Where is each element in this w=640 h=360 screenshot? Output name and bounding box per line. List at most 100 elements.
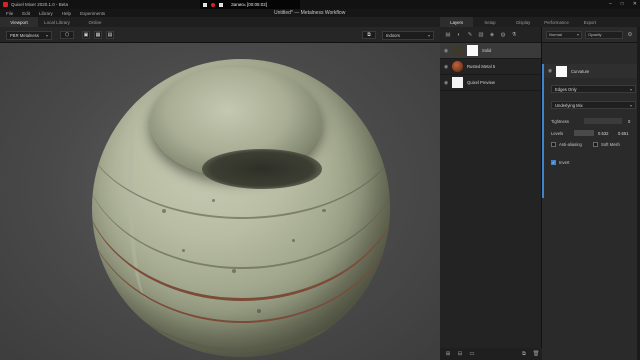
tab-online[interactable]: Online xyxy=(76,17,114,27)
levels-low-value[interactable]: 0.532 xyxy=(598,131,608,136)
viewport-canvas[interactable] xyxy=(0,43,440,360)
source-label: Underlying Mix xyxy=(555,102,583,108)
left-tab-bar: Viewport Local Library Online xyxy=(0,17,440,27)
title-bar: Quixel Mixer 2020.1.0 - Beta xyxy=(0,0,640,9)
recording-bar: Запись [00:05:02] xyxy=(200,0,300,9)
menu-edit[interactable]: Edit xyxy=(22,11,30,16)
soft-mesh-label: Soft Mesh xyxy=(601,142,620,147)
menu-library[interactable]: Library xyxy=(39,11,53,16)
blend-mode-dropdown[interactable]: Normal ▾ xyxy=(546,30,582,39)
screenshot-icon[interactable]: ⧉ xyxy=(362,31,376,39)
smart-material-icon[interactable]: ◈ xyxy=(488,32,496,38)
effect-thumbnail xyxy=(556,65,567,77)
sphere-dent xyxy=(182,249,185,252)
environment-dropdown[interactable]: Indoors ▾ xyxy=(382,30,434,40)
app-title: Quixel Mixer 2020.1.0 - Beta xyxy=(11,2,69,7)
mask-thumbnail[interactable] xyxy=(467,45,478,56)
right-tab-bar: Layers Setup Display Performance Export xyxy=(440,17,640,27)
sphere-dent xyxy=(232,269,236,273)
tightness-slider[interactable] xyxy=(584,118,622,124)
maximize-icon[interactable]: □ xyxy=(621,1,624,7)
layer-properties-panel: Normal ▾ Opacity ⚙ ◉ Curvature Edges Onl… xyxy=(542,27,640,360)
layer-stack-icon[interactable]: ▤ xyxy=(444,32,452,38)
sphere-dent xyxy=(292,239,295,242)
tab-viewport[interactable]: Viewport xyxy=(0,17,38,27)
layers-footer: ⊞ ⊟ ▭ ⧉ 🗑 xyxy=(440,348,542,360)
menu-help[interactable]: Help xyxy=(62,11,71,16)
stop-icon[interactable] xyxy=(219,2,223,7)
menu-experiments[interactable]: Experiments xyxy=(80,11,105,16)
curvature-mode-label: Edges Only xyxy=(555,86,577,92)
render-mode-dropdown[interactable]: PBR Metalness ▾ xyxy=(6,30,52,40)
window-controls: – □ ✕ xyxy=(609,1,637,7)
curvature-effect: ◉ Curvature Edges Only ▾ Underlying Mix … xyxy=(542,64,640,198)
invert-label: Invert xyxy=(559,160,570,165)
material-ball-button[interactable]: ⬡ xyxy=(60,31,74,39)
record-icon[interactable] xyxy=(211,2,215,7)
effect-name: Curvature xyxy=(571,68,590,74)
tab-display[interactable]: Display xyxy=(507,17,540,27)
opacity-field[interactable]: Opacity xyxy=(585,30,623,39)
sphere-dent xyxy=(322,209,326,212)
tab-local-library[interactable]: Local Library xyxy=(38,17,76,27)
levels-slider[interactable] xyxy=(574,130,594,136)
add-group-icon[interactable]: ⊟ xyxy=(456,351,464,357)
layer-row[interactable]: ◉ Quixel Preview xyxy=(440,75,541,91)
grid-view-icon[interactable]: ▦ xyxy=(94,31,102,39)
chevron-down-icon: ▾ xyxy=(576,32,579,37)
preview-sphere[interactable] xyxy=(92,59,390,357)
app-logo-icon xyxy=(3,2,8,7)
blend-mode-label: Normal xyxy=(549,32,562,37)
antialiasing-checkbox[interactable] xyxy=(551,142,556,147)
folder-icon[interactable]: ▭ xyxy=(468,351,476,357)
visibility-icon[interactable]: ◉ xyxy=(544,68,556,74)
antialiasing-label: Anti-aliasing xyxy=(559,142,582,147)
chevron-down-icon: ▾ xyxy=(629,86,632,92)
paint-drop-icon[interactable]: ◐ xyxy=(455,32,463,38)
add-layer-icon[interactable]: ⊞ xyxy=(444,351,452,357)
brush-icon[interactable]: ✎ xyxy=(466,32,474,38)
visibility-icon[interactable]: ◉ xyxy=(440,80,452,86)
tab-setup[interactable]: Setup xyxy=(473,17,506,27)
layer-thumbnail xyxy=(452,77,463,88)
tab-layers[interactable]: Layers xyxy=(440,17,474,27)
chevron-down-icon: ▾ xyxy=(629,102,632,108)
layers-panel: ▤ ◐ ✎ ▧ ◈ ◍ ⚗ ◉ Solid ◉ Rusted Metal 5 ◉… xyxy=(440,27,542,360)
render-mode-label: PBR Metalness xyxy=(10,32,39,38)
fill-icon[interactable]: ▧ xyxy=(477,32,485,38)
layer-row[interactable]: ◉ Rusted Metal 5 xyxy=(440,59,541,75)
soft-mesh-checkbox[interactable] xyxy=(593,142,598,147)
source-dropdown[interactable]: Underlying Mix ▾ xyxy=(551,101,636,109)
filter-icon[interactable]: ⚗ xyxy=(510,32,518,38)
layer-row[interactable]: ◉ Solid xyxy=(440,43,541,59)
levels-high-value[interactable]: 0.651 xyxy=(618,131,628,136)
environment-label: Indoors xyxy=(386,32,400,38)
recording-label: Запись [00:05:02] xyxy=(231,2,268,7)
tab-performance[interactable]: Performance xyxy=(540,17,573,27)
mask-icon[interactable]: ◍ xyxy=(499,32,507,38)
layer-thumbnail xyxy=(452,61,463,72)
document-title: Untitled* — Metalness Workflow xyxy=(274,10,346,16)
trash-icon[interactable]: 🗑 xyxy=(532,351,540,357)
minimize-icon[interactable]: – xyxy=(609,1,612,7)
visibility-icon[interactable]: ◉ xyxy=(440,64,452,70)
tightness-label: Tightness xyxy=(551,119,569,124)
layer-thumbnail xyxy=(452,45,463,56)
chevron-down-icon: ▾ xyxy=(45,32,48,38)
invert-checkbox[interactable]: ✓ xyxy=(551,160,556,165)
menu-file[interactable]: File xyxy=(6,11,13,16)
duplicate-icon[interactable]: ⧉ xyxy=(520,351,528,358)
pause-icon[interactable] xyxy=(203,2,207,7)
close-icon[interactable]: ✕ xyxy=(633,1,637,7)
viewport-toolbar: PBR Metalness ▾ ⬡ ▣ ▦ ▤ ⧉ Indoors ▾ xyxy=(0,27,440,43)
tightness-value[interactable]: 0 xyxy=(628,119,630,124)
settings-icon[interactable]: ⚙ xyxy=(626,32,634,38)
curvature-mode-dropdown[interactable]: Edges Only ▾ xyxy=(551,85,636,93)
image-view-icon[interactable]: ▣ xyxy=(82,31,90,39)
layers-toolbar: ▤ ◐ ✎ ▧ ◈ ◍ ⚗ xyxy=(440,27,541,43)
layout-view-icon[interactable]: ▤ xyxy=(106,31,114,39)
tab-export[interactable]: Export xyxy=(573,17,606,27)
levels-label: Levels xyxy=(551,131,564,136)
visibility-icon[interactable]: ◉ xyxy=(440,48,452,54)
effect-header[interactable]: ◉ Curvature xyxy=(544,64,640,78)
